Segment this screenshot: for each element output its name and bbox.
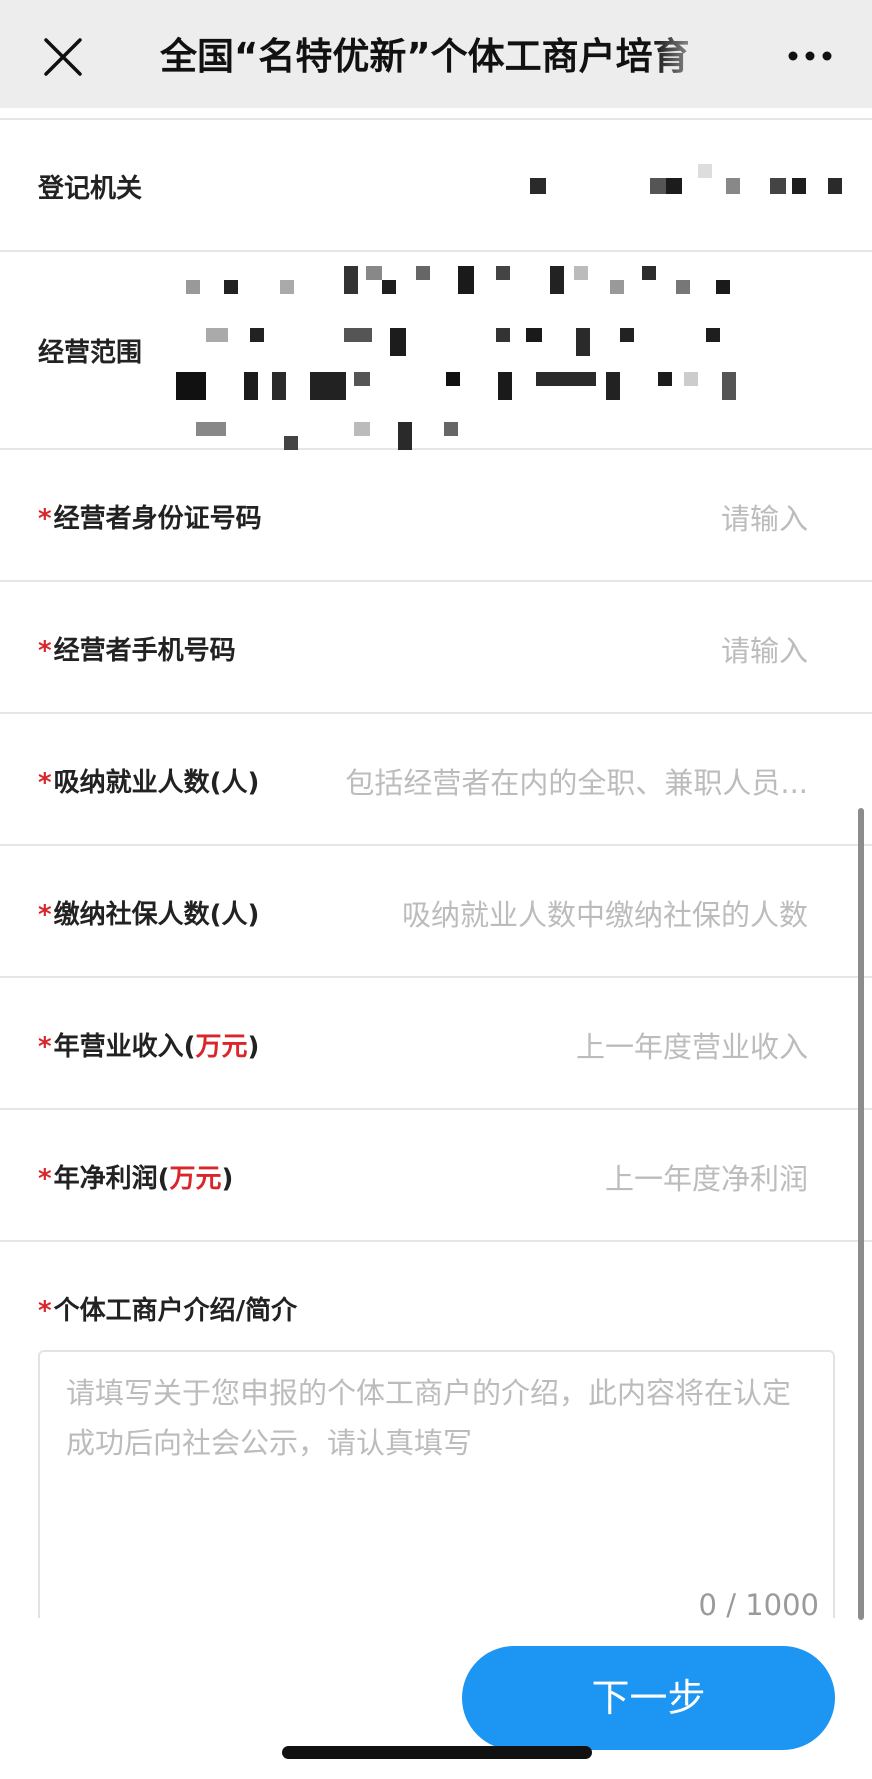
phone-label: *经营者手机号码 (38, 630, 236, 667)
social-insured-label-unit: (人) (209, 900, 260, 930)
employees-label-unit: (人) (209, 768, 260, 798)
intro-label-text: 个体工商户介绍/简介 (53, 1296, 298, 1326)
id-number-input[interactable]: 请输入 (721, 496, 808, 538)
id-number-label-text: 经营者身份证号码 (53, 504, 262, 534)
annual-revenue-label: *年营业收入(万元) (38, 1026, 259, 1063)
next-button[interactable]: 下一步 (462, 1646, 835, 1750)
employees-label-text: 吸纳就业人数 (53, 768, 210, 798)
net-profit-label: *年净利润(万元) (38, 1158, 233, 1195)
social-insured-label: *缴纳社保人数(人) (38, 894, 259, 931)
net-profit-label-text: 年净利润( (53, 1164, 170, 1194)
intro-placeholder: 请填写关于您申报的个体工商户的介绍，此内容将在认定成功后向社会公示，请认真填写 (66, 1376, 792, 1460)
employees-input[interactable]: 包括经营者在内的全职、兼职人员... (345, 760, 808, 802)
id-number-row[interactable]: *经营者身份证号码 请输入 (0, 450, 872, 582)
employees-row[interactable]: *吸纳就业人数(人) 包括经营者在内的全职、兼职人员... (0, 714, 872, 846)
annual-revenue-label-close: ) (247, 1032, 260, 1062)
page-title: 全国“名特优新”个体工商户培育 (160, 35, 690, 78)
business-scope-label: 经营范围 (38, 338, 143, 368)
registration-authority-row: 登记机关 (0, 118, 872, 252)
net-profit-row[interactable]: *年净利润(万元) 上一年度净利润 (0, 1110, 872, 1242)
id-number-label: *经营者身份证号码 (38, 498, 262, 535)
required-mark: * (38, 900, 52, 930)
home-indicator[interactable] (282, 1746, 592, 1759)
phone-input[interactable]: 请输入 (721, 628, 808, 670)
required-mark: * (38, 1296, 52, 1326)
intro-char-counter: 0 / 1000 (698, 1588, 819, 1622)
required-mark: * (38, 1164, 52, 1194)
social-insured-input[interactable]: 吸纳就业人数中缴纳社保的人数 (402, 892, 808, 934)
annual-revenue-label-text: 年营业收入( (53, 1032, 196, 1062)
annual-revenue-unit: 万元 (195, 1032, 248, 1062)
phone-label-text: 经营者手机号码 (53, 636, 236, 666)
registration-authority-label: 登记机关 (38, 174, 143, 204)
required-mark: * (38, 636, 52, 666)
net-profit-input[interactable]: 上一年度净利润 (605, 1156, 808, 1198)
phone-row[interactable]: *经营者手机号码 请输入 (0, 582, 872, 714)
annual-revenue-input[interactable]: 上一年度营业收入 (576, 1024, 808, 1066)
close-icon[interactable] (40, 34, 86, 80)
intro-textarea[interactable]: 请填写关于您申报的个体工商户的介绍，此内容将在认定成功后向社会公示，请认真填写 … (38, 1350, 835, 1630)
scrollbar[interactable] (858, 808, 864, 1620)
net-profit-label-close: ) (221, 1164, 234, 1194)
nav-bar: 全国“名特优新”个体工商户培育 (0, 0, 872, 108)
social-insured-label-text: 缴纳社保人数 (53, 900, 210, 930)
required-mark: * (38, 504, 52, 534)
net-profit-unit: 万元 (169, 1164, 222, 1194)
intro-label: *个体工商户介绍/简介 (38, 1290, 297, 1327)
annual-revenue-row[interactable]: *年营业收入(万元) 上一年度营业收入 (0, 978, 872, 1110)
employees-label: *吸纳就业人数(人) (38, 762, 259, 799)
required-mark: * (38, 768, 52, 798)
business-scope-row: 经营范围 (0, 252, 872, 450)
more-icon[interactable] (785, 36, 835, 76)
required-mark: * (38, 1032, 52, 1062)
social-insured-row[interactable]: *缴纳社保人数(人) 吸纳就业人数中缴纳社保的人数 (0, 846, 872, 978)
